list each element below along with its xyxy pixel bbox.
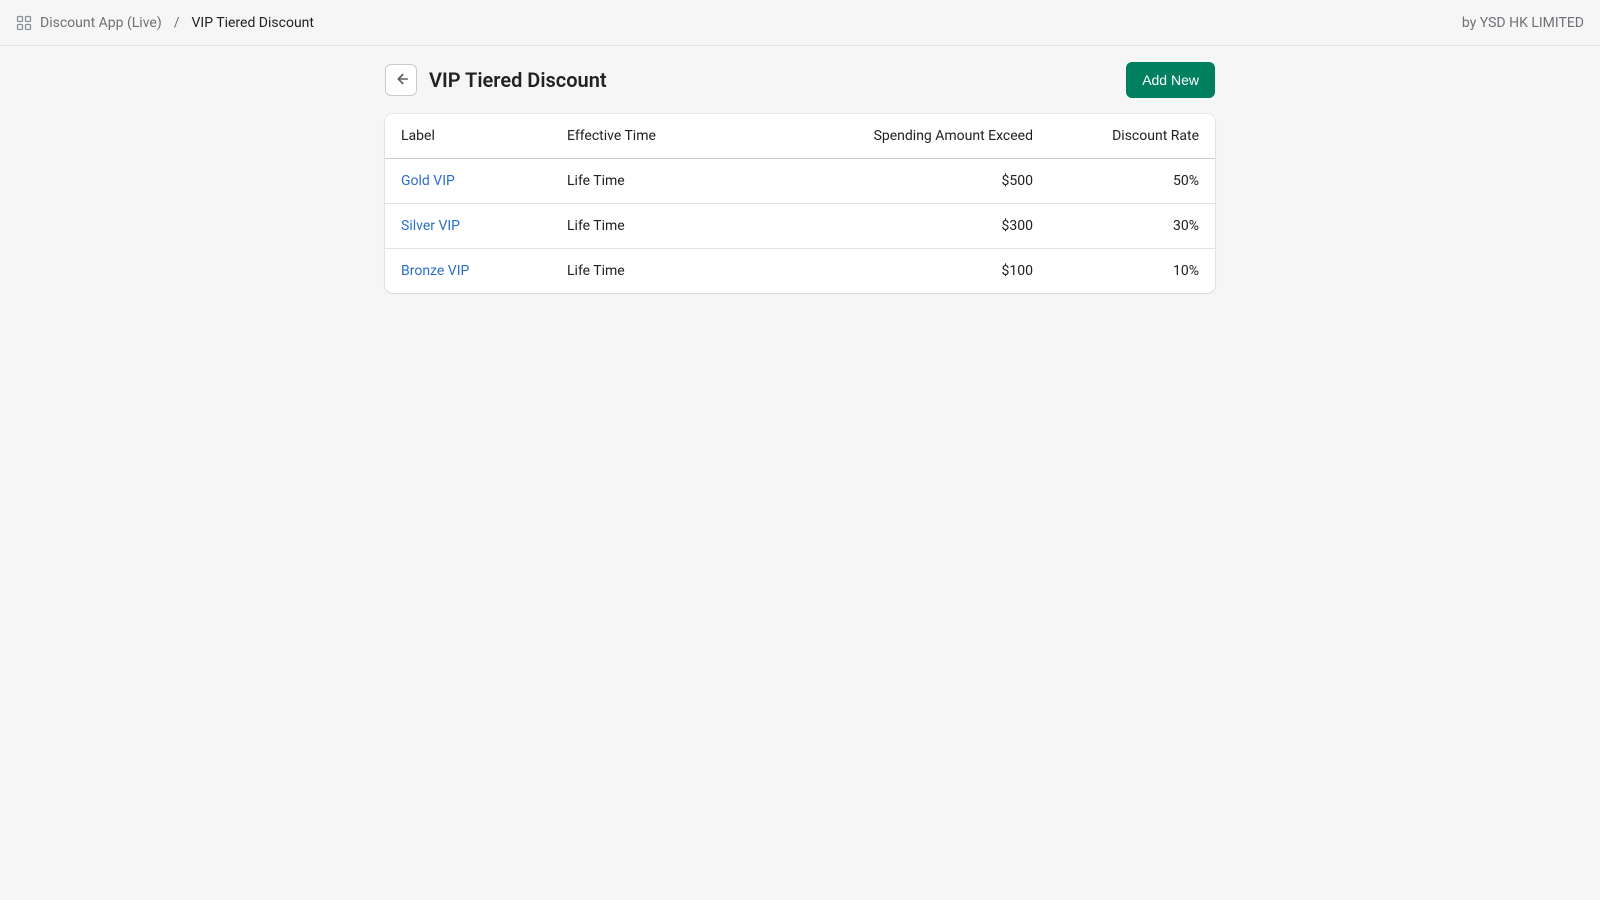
page-header: VIP Tiered Discount Add New xyxy=(385,62,1215,98)
tier-spending-amount: $100 xyxy=(800,249,1049,294)
tiers-card: Label Effective Time Spending Amount Exc… xyxy=(385,114,1215,293)
breadcrumb-root[interactable]: Discount App (Live) xyxy=(40,15,162,31)
add-new-button[interactable]: Add New xyxy=(1126,62,1215,98)
tier-effective-time: Life Time xyxy=(551,159,800,204)
breadcrumb-separator: / xyxy=(174,15,180,31)
page-body: VIP Tiered Discount Add New Label Effect… xyxy=(365,46,1235,309)
arrow-left-icon xyxy=(392,70,410,91)
breadcrumb: Discount App (Live) / VIP Tiered Discoun… xyxy=(16,15,314,31)
tiers-table: Label Effective Time Spending Amount Exc… xyxy=(385,114,1215,293)
table-row: Gold VIP Life Time$50050% xyxy=(385,159,1215,204)
back-button[interactable] xyxy=(385,64,417,96)
page-header-left: VIP Tiered Discount xyxy=(385,64,607,96)
tier-discount-rate: 30% xyxy=(1049,204,1215,249)
breadcrumb-current: VIP Tiered Discount xyxy=(191,15,314,31)
tier-spending-amount: $500 xyxy=(800,159,1049,204)
column-header-effective-time: Effective Time xyxy=(551,114,800,159)
column-header-label: Label xyxy=(385,114,551,159)
topbar: Discount App (Live) / VIP Tiered Discoun… xyxy=(0,0,1600,46)
tier-spending-amount: $300 xyxy=(800,204,1049,249)
tier-link[interactable]: Silver VIP xyxy=(401,218,460,234)
tier-effective-time: Life Time xyxy=(551,204,800,249)
vendor-attribution: by YSD HK LIMITED xyxy=(1462,15,1584,31)
table-header-row: Label Effective Time Spending Amount Exc… xyxy=(385,114,1215,159)
table-row: Bronze VIP Life Time$10010% xyxy=(385,249,1215,294)
tier-link[interactable]: Bronze VIP xyxy=(401,263,469,279)
tier-effective-time: Life Time xyxy=(551,249,800,294)
tier-discount-rate: 50% xyxy=(1049,159,1215,204)
column-header-spending-amount: Spending Amount Exceed xyxy=(800,114,1049,159)
table-row: Silver VIP Life Time$30030% xyxy=(385,204,1215,249)
column-header-discount-rate: Discount Rate xyxy=(1049,114,1215,159)
tier-discount-rate: 10% xyxy=(1049,249,1215,294)
tier-link[interactable]: Gold VIP xyxy=(401,173,455,189)
apps-icon xyxy=(16,15,32,31)
page-title: VIP Tiered Discount xyxy=(429,68,607,92)
